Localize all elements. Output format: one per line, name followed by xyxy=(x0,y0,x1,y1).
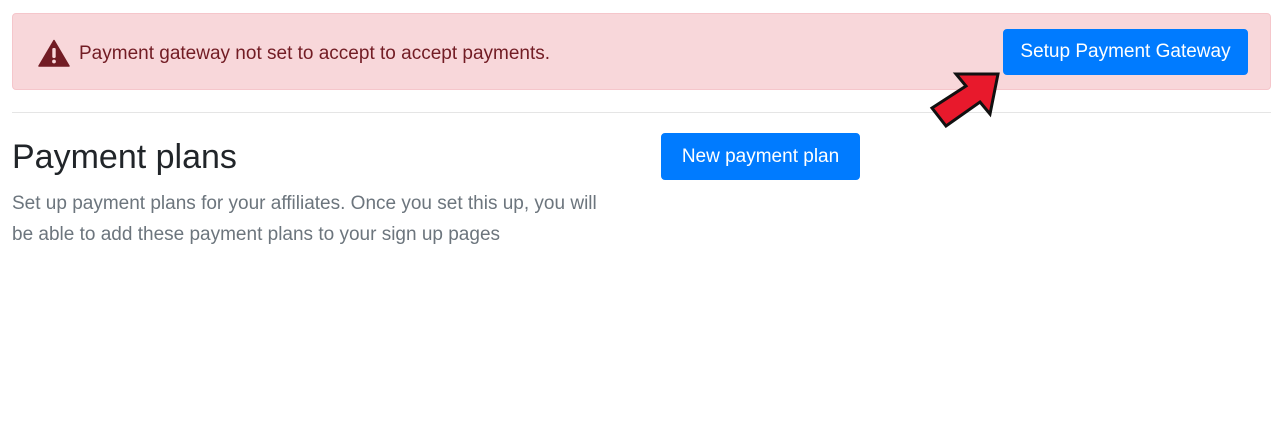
warning-triangle-icon xyxy=(38,39,70,67)
page-title: Payment plans xyxy=(12,138,237,176)
alert-message: Payment gateway not set to accept to acc… xyxy=(79,43,551,64)
new-payment-plan-button[interactable]: New payment plan xyxy=(661,133,860,180)
page: Payment gateway not set to accept to acc… xyxy=(0,0,1286,426)
red-arrow-icon xyxy=(924,68,1006,129)
setup-payment-gateway-button[interactable]: Setup Payment Gateway xyxy=(1003,29,1248,75)
payment-gateway-alert: Payment gateway not set to accept to acc… xyxy=(12,13,1271,90)
section-divider xyxy=(12,112,1271,113)
page-description: Set up payment plans for your affiliates… xyxy=(12,193,597,245)
